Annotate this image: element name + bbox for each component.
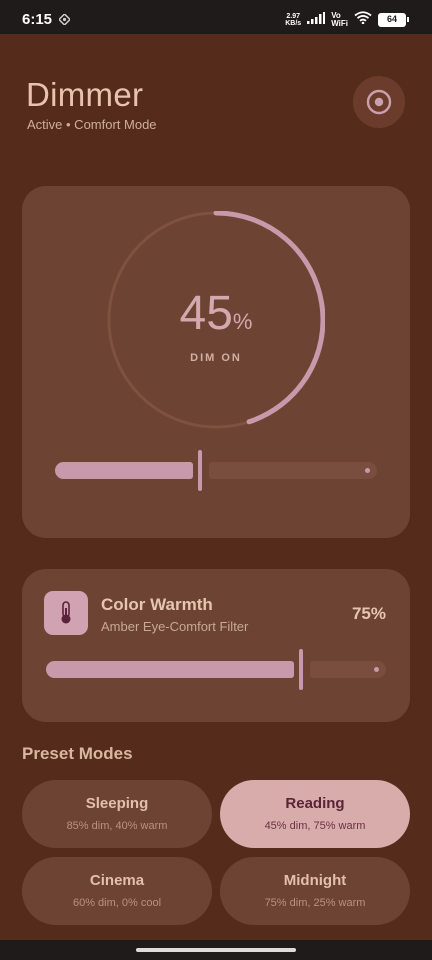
dim-slider-end-dot	[365, 468, 370, 473]
dim-slider-fill	[55, 462, 193, 479]
preset-reading-button[interactable]: Reading 45% dim, 75% warm	[220, 780, 410, 848]
preset-description: 45% dim, 75% warm	[264, 820, 366, 832]
preset-description: 60% dim, 0% cool	[72, 897, 162, 909]
location-icon	[57, 12, 72, 30]
preset-sleeping-button[interactable]: Sleeping 85% dim, 40% warm	[22, 780, 212, 848]
dim-slider-thumb[interactable]	[198, 450, 202, 491]
vowifi-indicator: Vo WiFi	[331, 11, 348, 28]
preset-description: 75% dim, 25% warm	[264, 897, 366, 909]
status-subtitle: Active • Comfort Mode	[27, 117, 157, 132]
power-toggle-button[interactable]	[353, 76, 405, 128]
dim-value: 45%	[179, 287, 253, 340]
preset-name: Midnight	[283, 872, 347, 889]
preset-midnight-button[interactable]: Midnight 75% dim, 25% warm	[220, 857, 410, 925]
thermometer-icon	[44, 591, 88, 635]
power-ring-icon	[366, 89, 392, 115]
preset-name: Sleeping	[85, 795, 149, 812]
signal-icon	[307, 11, 326, 29]
dim-slider[interactable]	[55, 450, 377, 491]
color-warmth-title: Color Warmth	[101, 595, 213, 614]
dim-card: 45% DIM ON	[22, 186, 410, 538]
preset-cinema-button[interactable]: Cinema 60% dim, 0% cool	[22, 857, 212, 925]
dim-slider-track	[209, 462, 377, 479]
preset-name: Reading	[285, 795, 345, 812]
home-gesture-handle[interactable]	[136, 948, 296, 952]
navigation-bar	[0, 940, 432, 960]
preset-modes-heading: Preset Modes	[22, 744, 133, 763]
dim-label: DIM ON	[190, 352, 242, 364]
wifi-icon	[354, 11, 372, 29]
battery-icon: 64	[378, 13, 409, 27]
warmth-slider-thumb[interactable]	[299, 649, 303, 690]
page-title: Dimmer	[26, 76, 144, 113]
color-warmth-value: 75%	[351, 604, 386, 623]
preset-description: 85% dim, 40% warm	[66, 820, 168, 832]
status-time: 6:15	[22, 11, 53, 28]
color-warmth-subtitle: Amber Eye-Comfort Filter	[101, 619, 249, 634]
color-warmth-slider[interactable]	[46, 649, 386, 690]
preset-name: Cinema	[89, 872, 145, 889]
color-warmth-card: Color Warmth Amber Eye-Comfort Filter 75…	[22, 569, 410, 722]
warmth-slider-fill	[46, 661, 294, 678]
network-speed: 2.97 KB/s	[285, 13, 302, 27]
warmth-slider-end-dot	[374, 667, 379, 672]
status-bar: 6:15 2.97 KB/s Vo WiFi 64	[0, 0, 432, 34]
